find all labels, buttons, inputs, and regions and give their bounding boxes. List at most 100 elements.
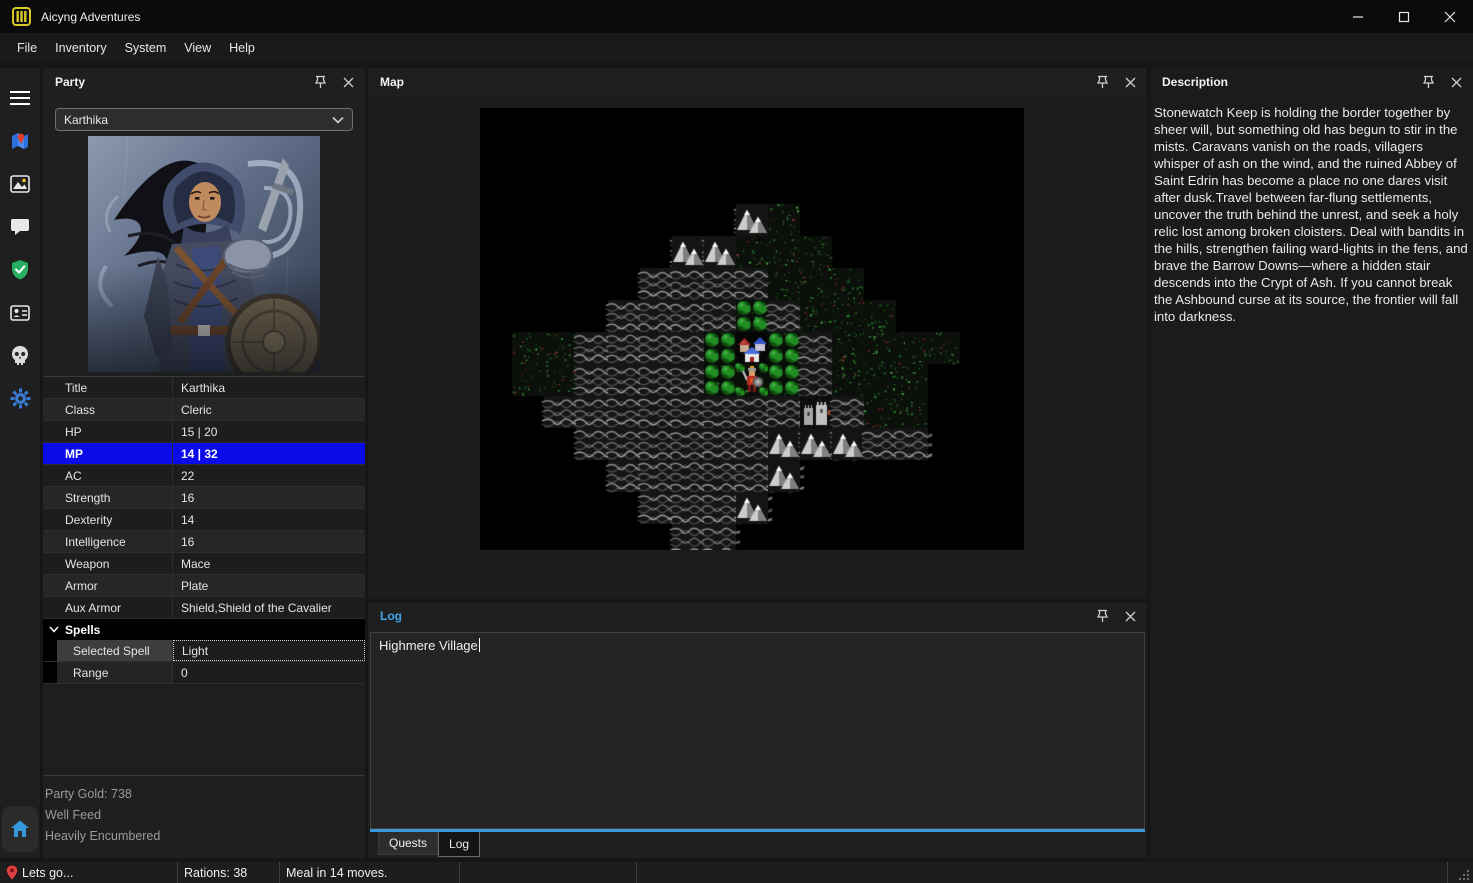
group-indent xyxy=(43,662,57,683)
feed-status-text: Well Feed xyxy=(45,805,365,826)
spell-row-selected-spell[interactable]: Selected SpellLight xyxy=(43,640,365,662)
shield-check-icon[interactable] xyxy=(2,248,38,291)
stat-label: Armor xyxy=(43,575,173,596)
party-pin-icon[interactable] xyxy=(311,73,329,91)
stat-label: Class xyxy=(43,399,173,420)
meal-countdown-text: Meal in 14 moves. xyxy=(286,866,387,880)
rations-text: Rations: 38 xyxy=(184,866,247,880)
stat-label: HP xyxy=(43,421,173,442)
encumbrance-status-text: Heavily Encumbered xyxy=(45,826,365,847)
center-column: Map Log xyxy=(368,68,1147,858)
stat-row-class[interactable]: ClassCleric xyxy=(43,399,365,421)
menu-view[interactable]: View xyxy=(175,37,220,59)
image-icon[interactable] xyxy=(2,162,38,205)
menu-help[interactable]: Help xyxy=(220,37,264,59)
status-location-cell: Lets go... xyxy=(0,862,178,883)
map-icon[interactable] xyxy=(2,119,38,162)
chat-icon[interactable] xyxy=(2,205,38,248)
status-empty-cell-1 xyxy=(460,862,637,883)
window-title: Aicyng Adventures xyxy=(41,10,140,24)
status-rations-cell: Rations: 38 xyxy=(178,862,280,883)
stat-row-armor[interactable]: ArmorPlate xyxy=(43,575,365,597)
app-icon xyxy=(12,7,31,26)
stat-row-hp[interactable]: HP15 | 20 xyxy=(43,421,365,443)
id-card-icon[interactable] xyxy=(2,291,38,334)
stat-label: Intelligence xyxy=(43,531,173,552)
spell-row-range[interactable]: Range0 xyxy=(43,662,365,684)
log-textarea[interactable]: Highmere Village xyxy=(370,632,1145,829)
stat-row-mp[interactable]: MP14 | 32 xyxy=(43,443,365,465)
stat-label: Aux Armor xyxy=(43,597,173,618)
spell-value: Light xyxy=(173,640,365,661)
party-close-icon[interactable] xyxy=(339,73,357,91)
stat-label: Dexterity xyxy=(43,509,173,530)
description-close-icon[interactable] xyxy=(1447,73,1465,91)
stat-label: AC xyxy=(43,465,173,486)
settings-gear-icon[interactable] xyxy=(2,377,38,420)
resize-grip[interactable] xyxy=(1447,862,1473,883)
map-canvas[interactable] xyxy=(480,108,1024,550)
stat-label: Weapon xyxy=(43,553,173,574)
party-member-select[interactable]: Karthika xyxy=(55,108,353,131)
party-panel: Party Karthika xyxy=(43,68,365,858)
tab-log[interactable]: Log xyxy=(438,832,480,857)
stat-row-strength[interactable]: Strength16 xyxy=(43,487,365,509)
log-panel: Log Highmere Village Quests Log xyxy=(368,602,1147,858)
stat-value: Plate xyxy=(173,575,365,596)
location-pin-icon xyxy=(6,865,18,880)
map-close-icon[interactable] xyxy=(1121,73,1139,91)
spell-value: 0 xyxy=(173,662,365,683)
description-text: Stonewatch Keep is holding the border to… xyxy=(1150,96,1473,325)
party-panel-header: Party xyxy=(43,68,365,96)
log-panel-header: Log xyxy=(368,602,1147,630)
stat-value: 15 | 20 xyxy=(173,421,365,442)
party-stats-table: TitleKarthikaClassClericHP15 | 20MP14 | … xyxy=(43,376,365,776)
stat-value: 22 xyxy=(173,465,365,486)
log-tab-strip: Quests Log xyxy=(368,832,1147,858)
party-footer: Party Gold: 738 Well Feed Heavily Encumb… xyxy=(43,776,365,847)
map-pin-icon[interactable] xyxy=(1093,73,1111,91)
stat-value: 16 xyxy=(173,531,365,552)
minimize-button[interactable] xyxy=(1335,0,1381,33)
stat-row-intelligence[interactable]: Intelligence16 xyxy=(43,531,365,553)
stat-row-aux-armor[interactable]: Aux ArmorShield,Shield of the Cavalier xyxy=(43,597,365,619)
description-panel-header: Description xyxy=(1150,68,1473,96)
stat-value: 14 xyxy=(173,509,365,530)
menu-inventory[interactable]: Inventory xyxy=(46,37,115,59)
log-panel-title: Log xyxy=(380,609,402,623)
log-pin-icon[interactable] xyxy=(1093,607,1111,625)
home-icon xyxy=(10,820,30,838)
menu-file[interactable]: File xyxy=(8,37,46,59)
stat-row-weapon[interactable]: WeaponMace xyxy=(43,553,365,575)
close-button[interactable] xyxy=(1427,0,1473,33)
stat-row-title[interactable]: TitleKarthika xyxy=(43,377,365,399)
map-panel: Map xyxy=(368,68,1147,599)
spell-label: Range xyxy=(57,662,173,683)
group-indent xyxy=(43,640,57,661)
stat-value: Shield,Shield of the Cavalier xyxy=(173,597,365,618)
spell-label: Selected Spell xyxy=(57,640,173,661)
skull-icon[interactable] xyxy=(2,334,38,377)
log-close-icon[interactable] xyxy=(1121,607,1139,625)
map-viewport xyxy=(368,96,1147,599)
dock-area: Party Karthika xyxy=(0,62,1473,862)
description-panel-title: Description xyxy=(1162,75,1228,89)
party-stats-rows: TitleKarthikaClassClericHP15 | 20MP14 | … xyxy=(43,377,365,619)
status-meal-cell: Meal in 14 moves. xyxy=(280,862,460,883)
text-caret xyxy=(479,638,480,652)
stats-empty-area xyxy=(43,684,365,775)
title-bar: Aicyng Adventures xyxy=(0,0,1473,33)
log-text: Highmere Village xyxy=(379,638,478,653)
maximize-button[interactable] xyxy=(1381,0,1427,33)
home-button[interactable] xyxy=(2,806,38,852)
menu-system[interactable]: System xyxy=(116,37,176,59)
chevron-down-icon xyxy=(332,116,344,124)
stat-row-dexterity[interactable]: Dexterity14 xyxy=(43,509,365,531)
description-pin-icon[interactable] xyxy=(1419,73,1437,91)
stat-label: MP xyxy=(43,443,173,464)
spells-group-row[interactable]: Spells xyxy=(43,619,365,640)
hamburger-menu-icon[interactable] xyxy=(2,76,38,119)
tab-quests[interactable]: Quests xyxy=(378,832,438,855)
stat-row-ac[interactable]: AC22 xyxy=(43,465,365,487)
map-panel-header: Map xyxy=(368,68,1147,96)
